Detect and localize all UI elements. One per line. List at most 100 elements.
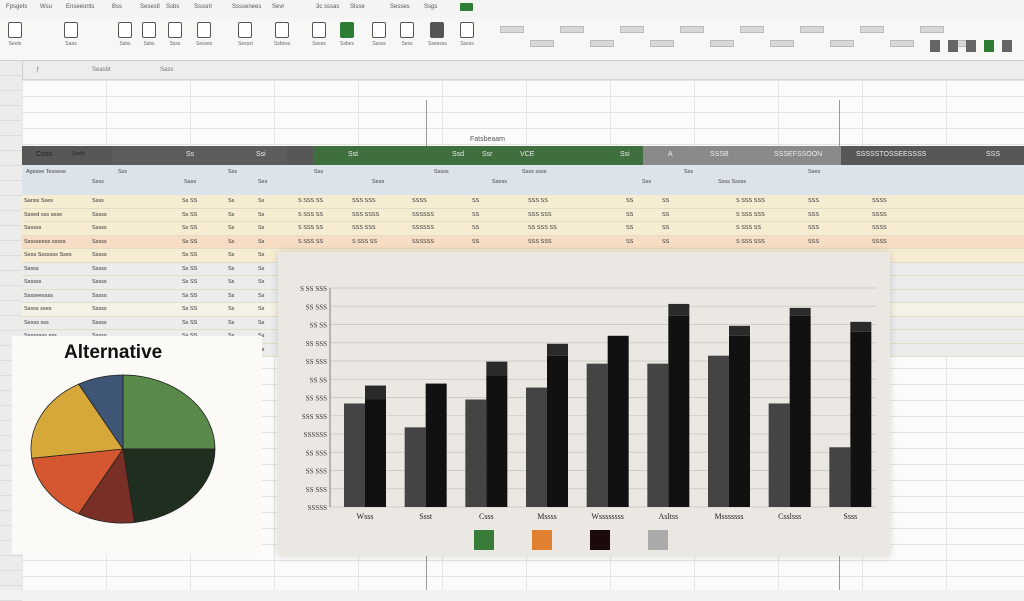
ribbon-small-icon[interactable] [650,40,674,47]
bar-series-2[interactable] [607,335,629,507]
ribbon-tool-icon[interactable] [930,40,940,52]
bar-series-2[interactable] [729,335,750,507]
ribbon-small-icon[interactable] [890,40,914,47]
ribbon-small-icon[interactable] [770,40,794,47]
bar-series-2[interactable] [668,315,690,507]
ribbon-button[interactable]: Sssss [372,22,386,47]
ribbon-tool-icon[interactable] [984,40,994,52]
bar-series-1[interactable] [526,387,547,507]
table-row[interactable]: Ssssss Sssss Ss SS Ss Ss S SSS SS SSS SSS SSSSS… [22,222,1024,236]
ribbon-tab[interactable]: Sesestl [140,4,160,10]
ribbon-small-icon[interactable] [620,26,644,33]
bar-series-1[interactable] [647,363,669,507]
row-number[interactable] [0,166,22,181]
bar-series-1[interactable] [829,447,851,507]
pie-chart-panel[interactable]: Alternative [12,336,262,554]
bar-series-2[interactable] [365,399,386,507]
legend-swatch[interactable] [532,530,552,550]
ribbon-button[interactable]: Ssbes [340,22,354,47]
ribbon-small-icon[interactable] [530,40,554,47]
ribbon-button[interactable]: Sesssl [238,22,253,47]
ribbon-tab[interactable]: 3c sssas [316,4,339,10]
ribbon-button[interactable]: Sess [400,22,414,47]
ribbon-tool-icon[interactable] [948,40,958,52]
bar-chart-panel[interactable]: S SS SSS SS SSS SS SS SS SSS SS SSS SS SS SS S… [278,252,890,556]
bar-series-2[interactable] [850,331,872,507]
ribbon-small-icon[interactable] [920,26,944,33]
ribbon-small-icon[interactable] [740,26,764,33]
row-number[interactable] [0,61,22,76]
row-number[interactable] [0,571,22,586]
ribbon-tab[interactable]: Bss [112,4,122,10]
legend-swatch[interactable] [590,530,610,550]
ribbon-button[interactable]: Sseesss [428,22,447,47]
ribbon-tab[interactable]: Sevr [272,4,284,10]
ribbon-tab[interactable]: Sesses [390,4,410,10]
row-number[interactable] [0,556,22,571]
bar-series-2[interactable] [789,315,811,507]
row-number[interactable] [0,76,22,91]
row-number[interactable] [0,91,22,106]
ribbon-button[interactable]: Ssbs [142,22,156,47]
bar-series-1[interactable] [344,403,365,507]
ribbon-tab[interactable]: Wsu [40,4,52,10]
row-number[interactable] [0,316,22,331]
bar-series-1[interactable] [404,427,426,507]
ribbon-tab[interactable]: Ssgs [424,4,437,10]
ribbon-small-icon[interactable] [560,26,584,33]
ribbon-tab-active[interactable] [460,3,474,11]
ribbon-button[interactable]: Seets [8,22,22,47]
legend-swatch[interactable] [474,530,494,550]
row-number[interactable] [0,271,22,286]
row-number[interactable] [0,256,22,271]
row-number[interactable] [0,286,22,301]
bar-series-1[interactable] [768,403,790,507]
formula-input[interactable]: Sass [160,67,173,73]
row-number[interactable] [0,211,22,226]
ribbon-small-icon[interactable] [800,26,824,33]
row-number[interactable] [0,136,22,151]
ribbon-tab[interactable]: Ssssnl [194,4,212,10]
ribbon-small-icon[interactable] [710,40,734,47]
row-number[interactable] [0,196,22,211]
row-number[interactable] [0,241,22,256]
pie-slice[interactable] [122,374,216,450]
ribbon-tab[interactable]: Ssbs [166,4,179,10]
legend-swatch[interactable] [648,530,668,550]
row-number[interactable] [0,301,22,316]
bar-series-2[interactable] [547,355,568,507]
ribbon-small-icon[interactable] [590,40,614,47]
ribbon-button[interactable]: Saas [64,22,78,47]
ribbon-button[interactable]: Ssbs [118,22,132,47]
ribbon-tab[interactable]: Enseeonts [66,4,94,10]
ribbon-tab[interactable]: Slsse [350,4,365,10]
pie-slice[interactable] [122,448,216,523]
ribbon-tab[interactable]: Fpsgets [6,4,27,10]
bar-series-1[interactable] [708,355,729,507]
name-box[interactable]: Seasbt [92,67,111,73]
table-row[interactable]: Sanss Sses Ssss Ss SS Ss Ss S SSS SS SSS SSS SS… [22,195,1024,209]
ribbon-small-icon[interactable] [860,26,884,33]
ribbon-button[interactable]: Sxess [312,22,326,47]
ribbon-tool-icon[interactable] [1002,40,1012,52]
row-number[interactable] [0,151,22,166]
ribbon-button[interactable]: Ssss [168,22,182,47]
ribbon-tool-icon[interactable] [966,40,976,52]
ribbon-small-icon[interactable] [680,26,704,33]
bar-series-2[interactable] [425,383,447,507]
bar-series-2[interactable] [486,375,508,507]
bar-series-1[interactable] [465,399,487,507]
row-number[interactable] [0,181,22,196]
row-number[interactable] [0,226,22,241]
table-row[interactable]: Ssssseess sssss Sssss Ss SS Ss Ss S SSS SS S S… [22,235,1024,249]
ribbon-button[interactable]: Ssess [460,22,474,47]
row-number[interactable] [0,586,22,601]
ribbon-small-icon[interactable] [500,26,524,33]
row-number[interactable] [0,106,22,121]
ribbon-tab[interactable]: Ssssenees [232,4,261,10]
bar-series-1[interactable] [586,363,608,507]
table-row[interactable]: Sssed sss sese Sssss Ss SS Ss Ss S SSS SS SSS … [22,208,1024,222]
row-number[interactable] [0,121,22,136]
ribbon-small-icon[interactable] [830,40,854,47]
ribbon-button[interactable]: Sesses [196,22,212,47]
